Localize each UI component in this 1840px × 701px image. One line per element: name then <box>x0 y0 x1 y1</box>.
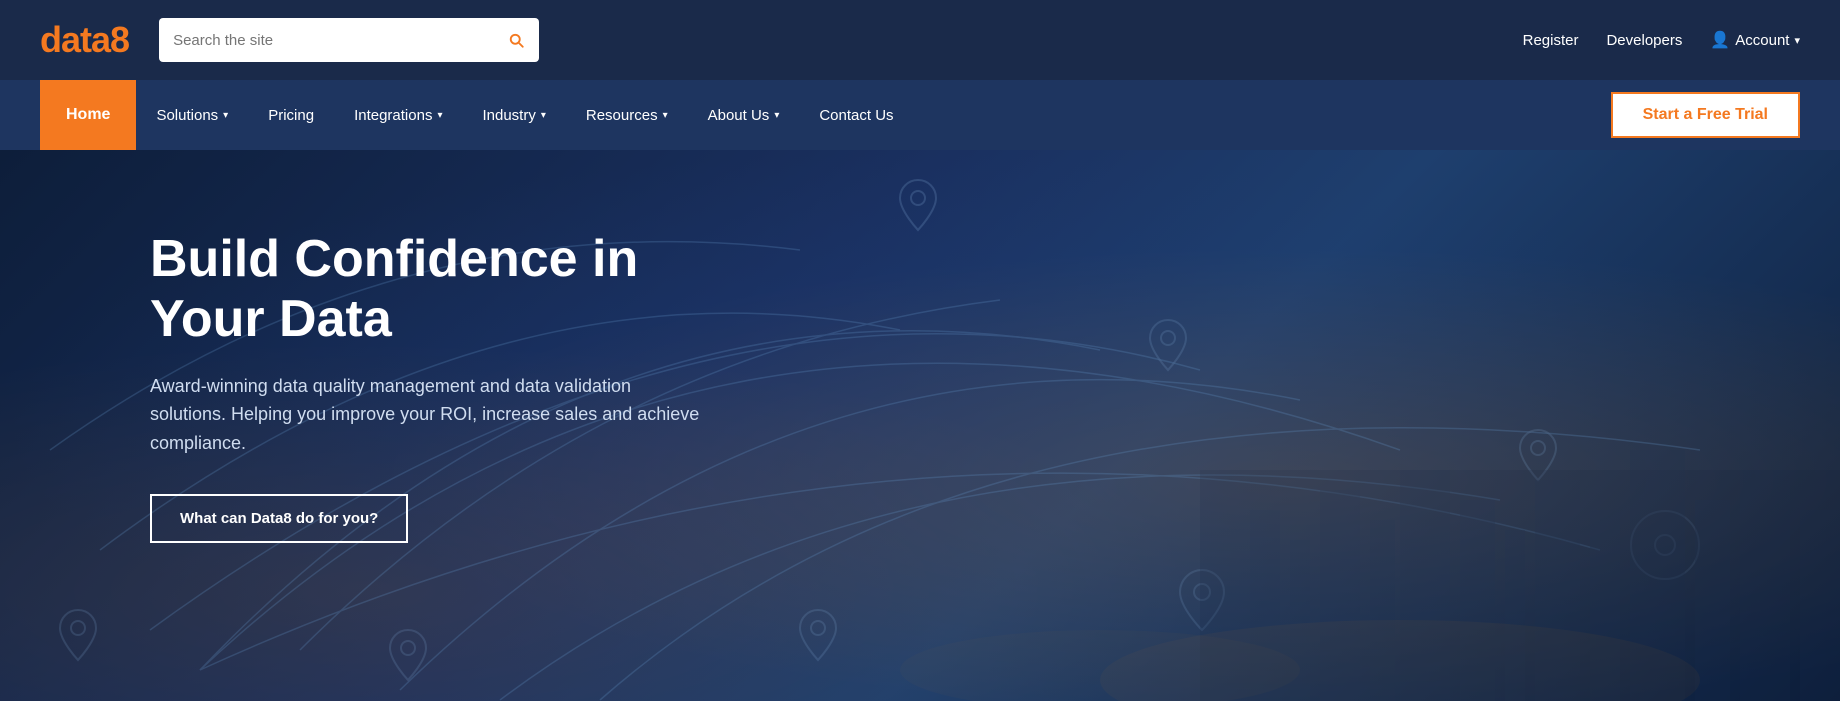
nav-bar: Home Solutions ▾ Pricing Integrations ▾ … <box>0 80 1840 150</box>
nav-solutions[interactable]: Solutions ▾ <box>136 80 248 150</box>
account-label: Account <box>1735 32 1789 49</box>
nav-resources-label: Resources <box>586 107 658 124</box>
hero-section: Build Confidence in Your Data Award-winn… <box>0 150 1840 701</box>
search-bar <box>159 18 539 62</box>
free-trial-button[interactable]: Start a Free Trial <box>1611 92 1800 138</box>
hero-content: Build Confidence in Your Data Award-winn… <box>0 150 700 543</box>
search-button[interactable] <box>493 18 539 62</box>
nav-integrations-label: Integrations <box>354 107 432 124</box>
top-bar: data8 Register Developers 👤 Account ▾ <box>0 0 1840 80</box>
chevron-down-icon: ▾ <box>774 110 779 121</box>
nav-contact-label: Contact Us <box>819 107 893 124</box>
chevron-down-icon: ▾ <box>663 110 668 121</box>
logo-accent: 8 <box>110 19 129 60</box>
hero-cta-button[interactable]: What can Data8 do for you? <box>150 494 408 543</box>
logo[interactable]: data8 <box>40 19 129 61</box>
logo-main: data <box>40 19 110 60</box>
account-link[interactable]: 👤 Account ▾ <box>1710 30 1800 50</box>
nav-resources[interactable]: Resources ▾ <box>566 80 688 150</box>
register-link[interactable]: Register <box>1523 32 1579 49</box>
nav-integrations[interactable]: Integrations ▾ <box>334 80 462 150</box>
nav-home[interactable]: Home <box>40 80 136 150</box>
search-input[interactable] <box>159 18 493 62</box>
hero-title: Build Confidence in Your Data <box>150 230 700 350</box>
search-icon <box>507 31 525 49</box>
chevron-down-icon: ▾ <box>223 110 228 121</box>
developers-link[interactable]: Developers <box>1606 32 1682 49</box>
chevron-down-icon: ▾ <box>437 110 442 121</box>
nav-bar-right: Start a Free Trial <box>1611 92 1800 138</box>
nav-industry[interactable]: Industry ▾ <box>462 80 565 150</box>
chevron-down-icon: ▾ <box>541 110 546 121</box>
nav-about[interactable]: About Us ▾ <box>688 80 800 150</box>
logo-text: data8 <box>40 19 129 61</box>
nav-solutions-label: Solutions <box>156 107 218 124</box>
top-bar-right: Register Developers 👤 Account ▾ <box>1523 30 1800 50</box>
nav-about-label: About Us <box>708 107 770 124</box>
hero-subtitle: Award-winning data quality management an… <box>150 372 700 458</box>
nav-industry-label: Industry <box>482 107 535 124</box>
nav-pricing-label: Pricing <box>268 107 314 124</box>
nav-pricing[interactable]: Pricing <box>248 80 334 150</box>
nav-contact[interactable]: Contact Us <box>799 80 913 150</box>
chevron-down-icon: ▾ <box>1794 34 1800 47</box>
user-icon: 👤 <box>1710 30 1730 50</box>
